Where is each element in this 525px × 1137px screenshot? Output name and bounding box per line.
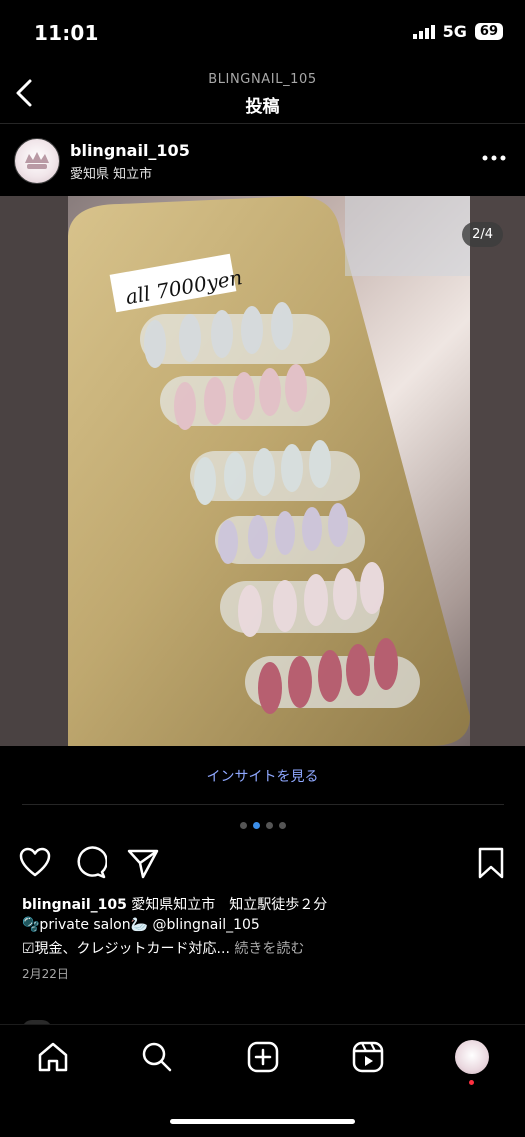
caption-line-2: 🫧private salon🦢 @blingnail_105 bbox=[22, 917, 260, 933]
post-location[interactable]: 愛知県 知立市 bbox=[70, 163, 152, 182]
profile-tab-avatar[interactable] bbox=[455, 1040, 489, 1074]
heart-icon[interactable] bbox=[18, 846, 52, 880]
carousel-page-counter: 2/4 bbox=[462, 222, 503, 247]
battery-indicator: 69 bbox=[474, 23, 503, 40]
view-insights-link[interactable]: インサイトを見る bbox=[0, 766, 525, 786]
send-icon[interactable] bbox=[126, 846, 160, 880]
brand-logo-icon bbox=[25, 152, 49, 169]
reels-icon[interactable] bbox=[351, 1040, 385, 1074]
status-time: 11:01 bbox=[34, 21, 99, 45]
caption-text: ☑現金、クレジットカード対応... bbox=[22, 941, 230, 957]
caption-text: 愛知県知立市 知立駅徒歩２分 bbox=[126, 897, 328, 913]
home-indicator bbox=[170, 1119, 355, 1124]
post-date: 2月22日 bbox=[22, 967, 69, 981]
home-icon[interactable] bbox=[36, 1040, 70, 1074]
carousel-dots bbox=[0, 822, 525, 829]
header-username: BLINGNAIL_105 bbox=[208, 72, 317, 87]
bookmark-icon[interactable] bbox=[474, 846, 508, 880]
notification-dot bbox=[469, 1080, 474, 1085]
plus-square-icon[interactable] bbox=[246, 1040, 280, 1074]
more-options-icon[interactable] bbox=[481, 150, 507, 166]
carousel-dot-active bbox=[252, 822, 260, 829]
caption-line-3: ☑現金、クレジットカード対応... 続きを読む bbox=[22, 938, 304, 958]
status-indicators: 5G 69 bbox=[412, 22, 503, 41]
carousel-dot bbox=[278, 822, 286, 829]
signal-icon bbox=[412, 24, 435, 39]
comment-icon[interactable] bbox=[73, 846, 107, 880]
network-label: 5G bbox=[442, 22, 467, 41]
post-username[interactable]: blingnail_105 bbox=[70, 141, 190, 160]
insight-divider bbox=[22, 804, 504, 805]
caption-username[interactable]: blingnail_105 bbox=[22, 897, 127, 913]
avatar[interactable] bbox=[14, 138, 60, 184]
post-photo[interactable]: all 7000yen bbox=[0, 196, 525, 746]
read-more-link[interactable]: 続きを読む bbox=[230, 941, 304, 957]
nail-tray-illustration: all 7000yen bbox=[0, 196, 525, 746]
page-title: 投稿 bbox=[245, 97, 280, 117]
caption-line-1: blingnail_105 愛知県知立市 知立駅徒歩２分 bbox=[22, 894, 327, 914]
carousel-dot bbox=[265, 822, 273, 829]
search-icon[interactable] bbox=[140, 1040, 174, 1074]
carousel-dot bbox=[239, 822, 247, 829]
header-divider bbox=[0, 123, 525, 124]
